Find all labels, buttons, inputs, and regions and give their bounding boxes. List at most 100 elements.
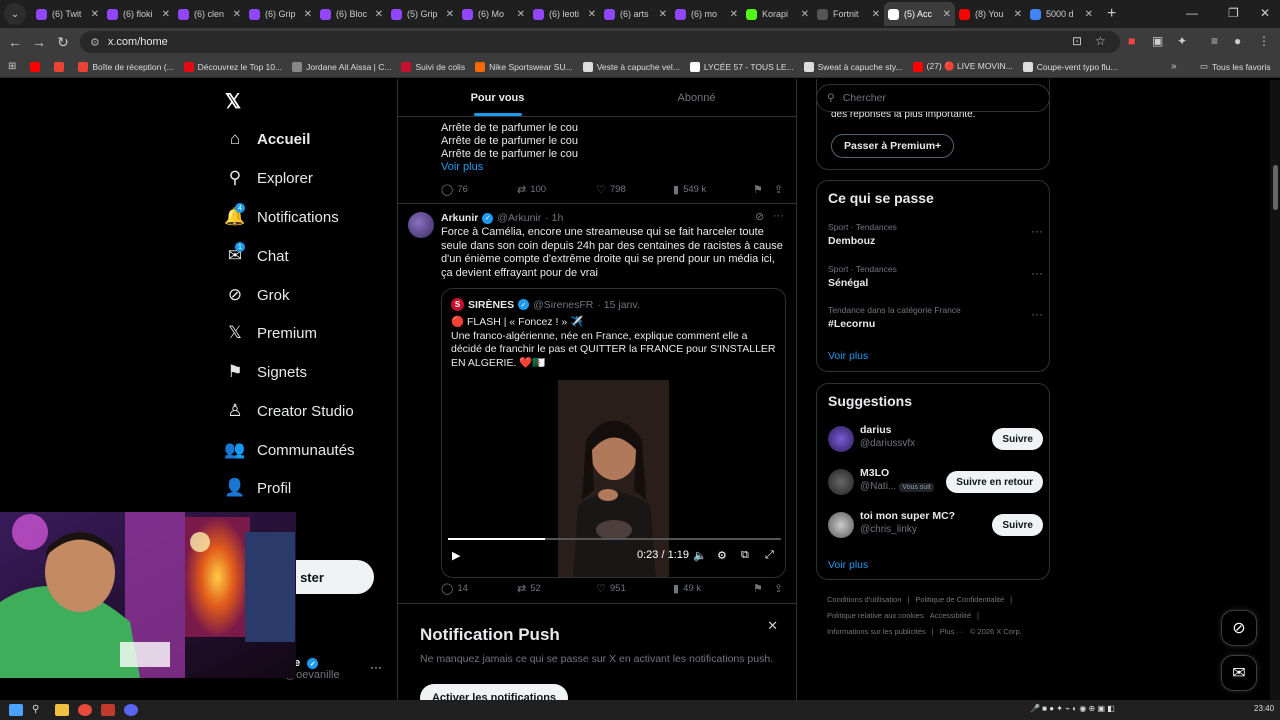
- nav-item-premium[interactable]: 𝕏 Premium: [220, 320, 317, 346]
- nav-item-creatorstudio[interactable]: ♙ Creator Studio: [220, 398, 353, 424]
- avatar[interactable]: [828, 426, 854, 452]
- enable-notifications-button[interactable]: Activer les notifications: [420, 684, 568, 700]
- tab-close-icon[interactable]: ✕: [233, 9, 241, 20]
- browser-tab[interactable]: (5) Acc ✕: [884, 2, 955, 26]
- nav-item-notifications[interactable]: 🔔 4 Notifications: [220, 203, 339, 230]
- tab-close-icon[interactable]: ✕: [872, 9, 880, 20]
- footer-link[interactable]: Plus ···: [940, 627, 964, 636]
- follow-button[interactable]: Suivre: [992, 428, 1043, 450]
- footer-link[interactable]: Conditions d'utilisation: [827, 595, 901, 604]
- footer-link[interactable]: © 2026 X Corp.: [970, 627, 1022, 636]
- like-button[interactable]: ♡ 951: [596, 582, 626, 595]
- tab-close-icon[interactable]: ✕: [91, 9, 99, 20]
- page-scrollbar[interactable]: [1270, 80, 1280, 701]
- browser-tab[interactable]: (6) Bloc ✕: [316, 2, 387, 26]
- profile-avatar-icon[interactable]: ●: [1234, 34, 1241, 48]
- x-logo-icon[interactable]: 𝕏: [225, 89, 241, 114]
- reply-button[interactable]: ◯ 14: [441, 582, 468, 595]
- tab-close-icon[interactable]: ✕: [517, 9, 525, 20]
- tab-close-icon[interactable]: ✕: [801, 9, 809, 20]
- browser-tab[interactable]: (5) Grip ✕: [387, 2, 458, 26]
- grok-icon[interactable]: ⊘: [755, 210, 764, 223]
- chrome-icon[interactable]: [78, 704, 92, 716]
- tab-close-icon[interactable]: ✕: [304, 9, 312, 20]
- bookmark-item[interactable]: Suivi de colis: [401, 61, 465, 72]
- site-info-icon[interactable]: ⚙: [90, 36, 100, 49]
- footer-link[interactable]: Politique de Confidentialité: [915, 595, 1004, 604]
- premium-plus-button[interactable]: Passer à Premium+: [831, 134, 955, 158]
- tab-close-icon[interactable]: ✕: [588, 9, 596, 20]
- new-tab-button[interactable]: +: [1107, 5, 1116, 23]
- browser-tab[interactable]: (6) leoti ✕: [529, 2, 600, 26]
- avatar[interactable]: [408, 212, 434, 238]
- bookmark-item[interactable]: [54, 61, 68, 72]
- url-input[interactable]: ⚙ x.com/home: [80, 31, 1120, 53]
- tab-close-icon[interactable]: ✕: [375, 9, 383, 20]
- author-name[interactable]: Arkunir: [441, 212, 478, 224]
- browser-tab[interactable]: (6) mo ✕: [671, 2, 742, 26]
- browser-tab[interactable]: (6) Twit ✕: [32, 2, 103, 26]
- nav-item-profil[interactable]: 👤 Profil: [220, 475, 291, 501]
- install-icon[interactable]: ⊡: [1072, 34, 1082, 48]
- show-more-link[interactable]: Voir plus: [441, 161, 483, 173]
- views-button[interactable]: ▮ 549 k: [673, 183, 706, 196]
- more-icon[interactable]: ···: [773, 210, 784, 222]
- avatar[interactable]: [828, 469, 854, 495]
- grok-fab-icon[interactable]: ⊘: [1221, 610, 1257, 646]
- bookmark-button[interactable]: ⚑: [753, 183, 767, 196]
- fullscreen-icon[interactable]: ⤢: [765, 549, 774, 562]
- tweet-time[interactable]: · 1h: [545, 212, 563, 224]
- footer-link[interactable]: Informations sur les publicités: [827, 627, 926, 636]
- bookmark-item[interactable]: Jordane Ait Aissa | C...: [292, 61, 391, 72]
- puzzle-icon[interactable]: ✦: [1177, 34, 1187, 48]
- bookmark-item[interactable]: Coupe-vent typo flu...: [1022, 61, 1118, 72]
- browser-tab[interactable]: (6) floki ✕: [103, 2, 174, 26]
- scrollbar-thumb[interactable]: [1273, 165, 1278, 210]
- messages-fab-icon[interactable]: ✉: [1221, 655, 1257, 691]
- maximize-icon[interactable]: ❐: [1228, 6, 1239, 20]
- close-icon[interactable]: ✕: [767, 618, 778, 634]
- tab-close-icon[interactable]: ✕: [1014, 9, 1022, 20]
- browser-tab[interactable]: Korapi ✕: [742, 2, 813, 26]
- browser-tab[interactable]: Fortnit ✕: [813, 2, 884, 26]
- browser-tab[interactable]: (6) Grip ✕: [245, 2, 316, 26]
- bookmark-item[interactable]: Boîte de réception (...: [78, 61, 174, 72]
- trend-item[interactable]: Tendance dans la catégorie France #Lecorn…: [828, 305, 1043, 330]
- suggestion-item[interactable]: M3LO @Nati... Vous suit Suivre en retour: [828, 467, 1043, 499]
- trends-show-more[interactable]: Voir plus: [828, 350, 868, 362]
- tab-search-icon[interactable]: ⌄: [4, 3, 26, 25]
- extension-icon[interactable]: ■: [1128, 34, 1135, 48]
- views-button[interactable]: ▮ 49 k: [673, 582, 701, 595]
- quoted-tweet[interactable]: S SIRÈNES ✓ @SirenesFR · 15 janv. 🔴 FLAS…: [441, 288, 786, 578]
- nav-item-chat[interactable]: ✉ 1 Chat: [220, 242, 289, 269]
- app-icon[interactable]: [101, 704, 115, 716]
- discord-icon[interactable]: [124, 704, 138, 716]
- video-progress-bar[interactable]: [448, 538, 781, 540]
- author-handle[interactable]: @Arkunir: [497, 212, 541, 224]
- tray-icons[interactable]: 🎤 ■ ● ✦ ⌁ ◐ ◉ ⊕ ▣ ◧: [1030, 704, 1115, 713]
- explorer-icon[interactable]: [55, 704, 69, 716]
- tab-abonne[interactable]: Abonné: [597, 79, 796, 116]
- browser-tab[interactable]: 5000 d ✕: [1026, 2, 1097, 26]
- windows-start-icon[interactable]: [9, 704, 23, 716]
- browser-tab[interactable]: (6) Mo ✕: [458, 2, 529, 26]
- volume-icon[interactable]: 🔈: [693, 549, 707, 562]
- browser-tab[interactable]: (8) You ✕: [955, 2, 1026, 26]
- tab-pour-vous[interactable]: Pour vous: [398, 79, 597, 116]
- repost-button[interactable]: ⇄ 52: [517, 582, 541, 595]
- search-input[interactable]: ⚲ Chercher: [816, 84, 1050, 112]
- search-icon[interactable]: ⚲: [32, 704, 46, 716]
- share-button[interactable]: ⇪: [774, 582, 787, 595]
- trend-item[interactable]: Sport · Tendances Sénégal ···: [828, 264, 1043, 289]
- more-icon[interactable]: ···: [370, 660, 382, 674]
- apps-icon[interactable]: ⊞: [8, 61, 16, 72]
- bookmark-button[interactable]: ⚑: [753, 582, 767, 595]
- share-button[interactable]: ⇪: [774, 183, 787, 196]
- tab-close-icon[interactable]: ✕: [162, 9, 170, 20]
- browser-tab[interactable]: (6) arts ✕: [600, 2, 671, 26]
- nav-item-accueil[interactable]: ⌂ Accueil: [220, 126, 311, 152]
- bookmark-item[interactable]: Sweat à capuche sty...: [803, 61, 903, 72]
- more-icon[interactable]: ···: [1031, 307, 1043, 321]
- follow-button[interactable]: Suivre: [992, 514, 1043, 536]
- back-icon[interactable]: ←: [3, 34, 27, 50]
